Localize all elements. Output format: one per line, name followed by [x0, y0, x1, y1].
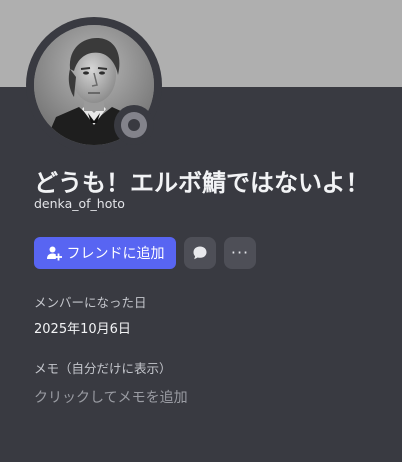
ellipsis-icon: ··· — [230, 243, 250, 262]
note-label: メモ（自分だけに表示） — [34, 361, 172, 376]
more-options-button[interactable]: ··· — [224, 237, 256, 269]
display-name: どうも！エルボ鯖ではないよ！ — [34, 169, 370, 197]
add-friend-button[interactable]: フレンドに追加 — [34, 237, 176, 269]
username: denka_of_hoto — [34, 196, 125, 211]
member-since-date: 2025年10月6日 — [34, 322, 131, 337]
member-since-label: メンバーになった日 — [34, 295, 147, 310]
message-button[interactable] — [184, 237, 216, 269]
offline-status-icon — [121, 112, 147, 138]
person-plus-icon — [46, 245, 62, 261]
speech-bubble-icon — [192, 245, 208, 261]
add-friend-label: フレンドに追加 — [66, 246, 165, 262]
note-input[interactable]: クリックしてメモを追加 — [34, 387, 188, 407]
